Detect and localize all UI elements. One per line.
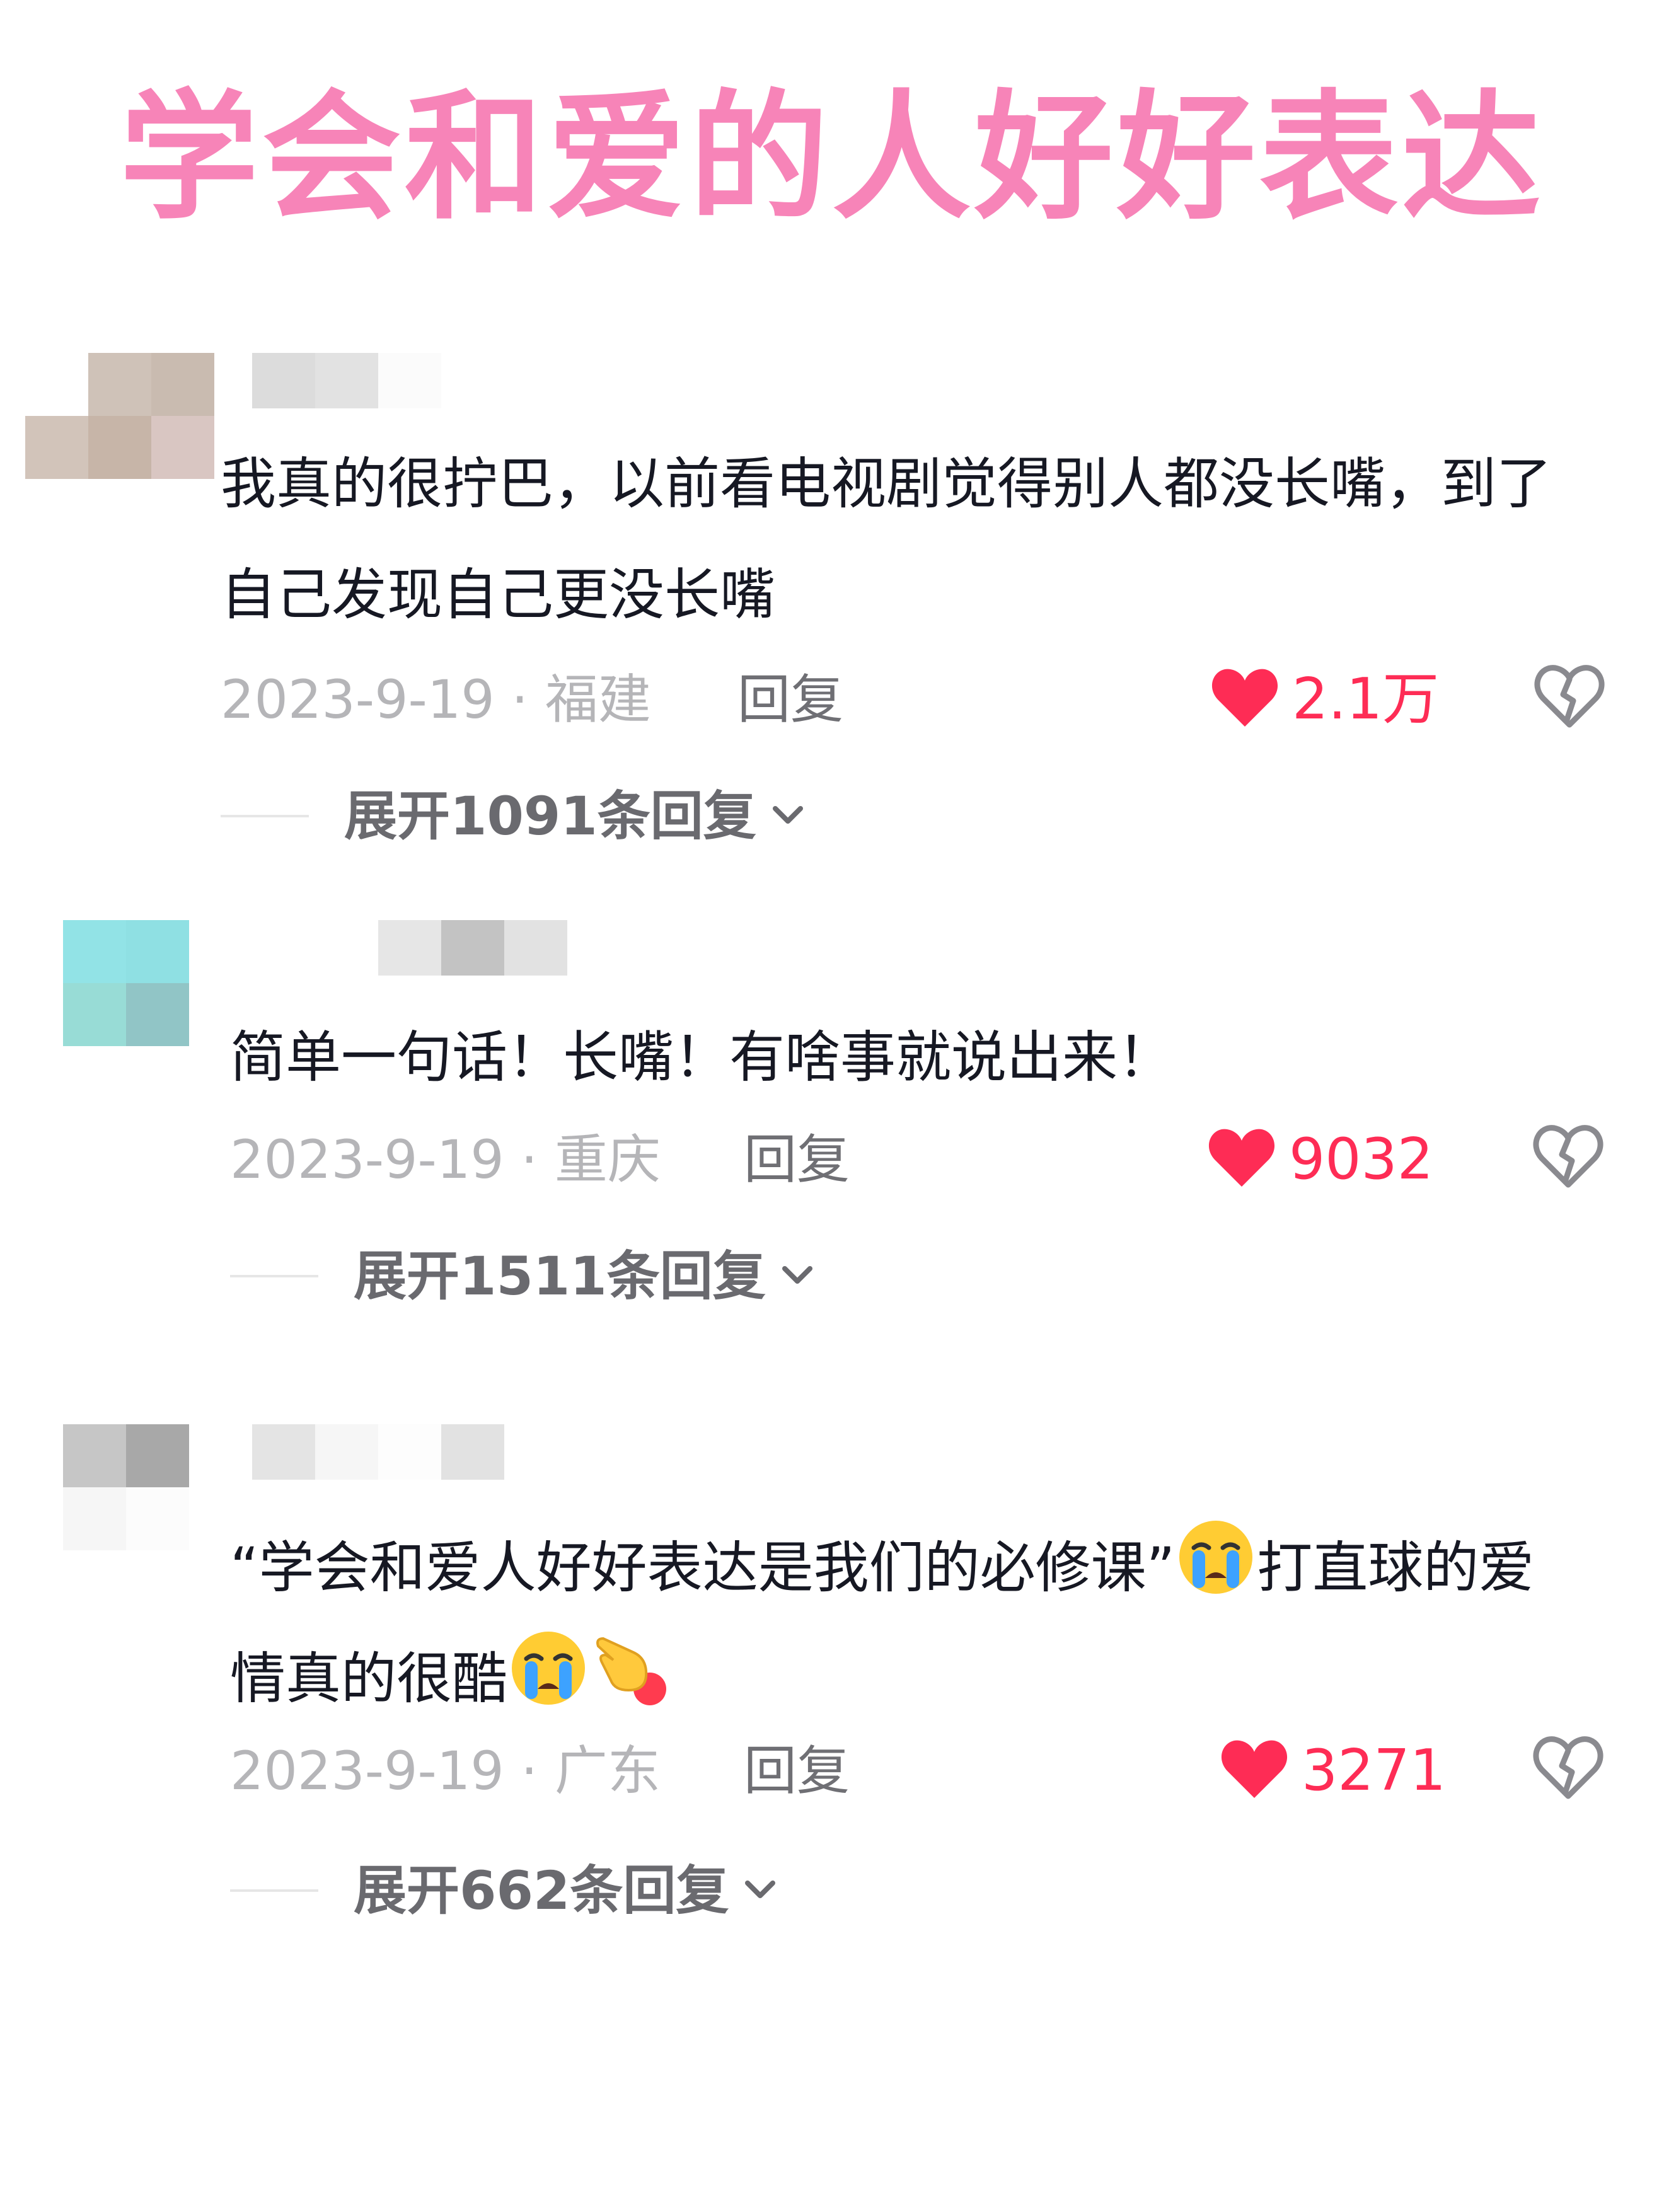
expand-label: 展开1511条回复	[354, 1245, 766, 1307]
crying-emoji	[1175, 1516, 1257, 1598]
comment-meta: 2023-9-19 · 广东	[230, 1739, 661, 1802]
expand-label: 展开662条回复	[354, 1860, 729, 1921]
page-title: 学会和爱的人好好表达	[119, 77, 1544, 238]
avatar[interactable]	[63, 1424, 189, 1550]
expand-replies[interactable]: 展开662条回复	[230, 1856, 779, 1925]
comment-text: 我真的很拧巴，以前看电视剧觉得别人都没长嘴，到了自己发现自己更没长嘴	[221, 451, 1552, 627]
comment-text: 简单一句话！长嘴！有啥事就说出来！	[230, 1025, 1174, 1090]
expand-label: 展开1091条回复	[344, 785, 756, 847]
meta-separator: ·	[504, 1740, 555, 1802]
crying-emoji	[507, 1627, 589, 1709]
like-button[interactable]: 3271	[1220, 1733, 1446, 1809]
divider	[230, 1889, 318, 1892]
comment-location: 广东	[554, 1740, 661, 1802]
broken-heart-icon	[1533, 665, 1606, 734]
pointing-hand-emoji	[589, 1627, 671, 1709]
like-count: 3271	[1302, 1737, 1447, 1804]
divider	[230, 1275, 318, 1277]
dislike-button[interactable]	[1533, 662, 1606, 731]
username[interactable]	[378, 920, 567, 976]
heart-icon	[1207, 1127, 1276, 1192]
chevron-down-icon	[756, 802, 807, 830]
comment-meta: 2023-9-19 · 福建	[221, 668, 651, 731]
username[interactable]	[252, 353, 504, 408]
comment-location: 福建	[545, 669, 651, 730]
dislike-button[interactable]	[1532, 1733, 1605, 1802]
avatar[interactable]	[25, 353, 214, 479]
comment-text: “学会和爱人好好表达是我们的必修课” 打直球的爱情真的很酷	[230, 1512, 1566, 1734]
chevron-down-icon	[766, 1262, 816, 1290]
reply-button[interactable]: 回复	[737, 668, 843, 731]
meta-separator: ·	[494, 669, 545, 730]
comment-date: 2023-9-19	[221, 669, 495, 730]
username[interactable]	[252, 1424, 504, 1480]
broken-heart-icon	[1532, 1125, 1605, 1194]
like-count: 2.1万	[1292, 666, 1440, 732]
meta-separator: ·	[504, 1129, 555, 1190]
like-count: 9032	[1289, 1126, 1434, 1192]
comment-location: 重庆	[554, 1129, 661, 1190]
expand-replies[interactable]: 展开1511条回复	[230, 1241, 816, 1311]
heart-icon	[1220, 1738, 1289, 1804]
comment-text-part1: “学会和爱人好好表达是我们的必修课”	[230, 1535, 1176, 1600]
reply-button[interactable]: 回复	[744, 1739, 850, 1802]
dislike-button[interactable]	[1532, 1122, 1605, 1191]
like-button[interactable]: 2.1万	[1210, 662, 1439, 737]
avatar[interactable]	[63, 920, 189, 1046]
like-button[interactable]: 9032	[1207, 1122, 1433, 1197]
heart-icon	[1210, 667, 1280, 732]
reply-button[interactable]: 回复	[744, 1128, 850, 1191]
chevron-down-icon	[729, 1877, 779, 1904]
expand-replies[interactable]: 展开1091条回复	[221, 781, 807, 851]
divider	[221, 815, 309, 817]
comment-meta: 2023-9-19 · 重庆	[230, 1128, 661, 1191]
comment-date: 2023-9-19	[230, 1129, 504, 1190]
comment-date: 2023-9-19	[230, 1740, 504, 1802]
broken-heart-icon	[1532, 1736, 1605, 1805]
